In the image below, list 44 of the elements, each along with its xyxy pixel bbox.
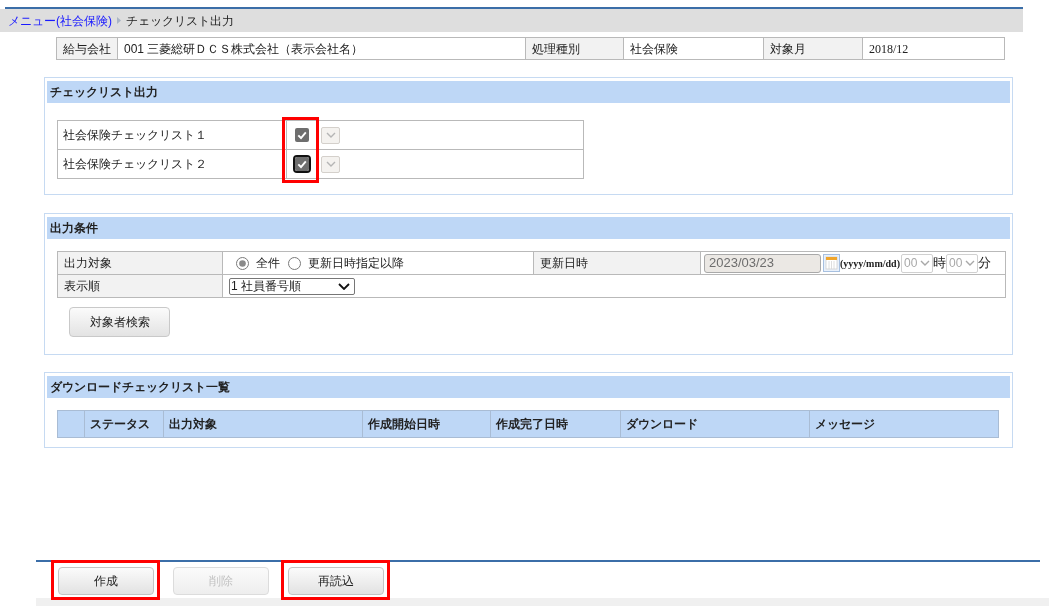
chevron-down-icon <box>325 132 336 138</box>
chevron-down-icon <box>920 260 930 266</box>
radio-label[interactable]: 全件 <box>256 254 280 272</box>
calendar-icon[interactable] <box>823 254 840 272</box>
dropdown[interactable] <box>321 155 340 173</box>
field-label: 表示順 <box>57 274 223 298</box>
section-header: チェックリスト出力 <box>47 81 1010 103</box>
radio-button[interactable] <box>288 256 301 270</box>
column-header: 出力対象 <box>163 410 363 438</box>
search-button[interactable]: 対象者検索 <box>69 307 170 337</box>
breadcrumb-link[interactable]: メニュー(社会保険) <box>8 11 112 30</box>
dropdown[interactable] <box>321 126 340 144</box>
caret-icon <box>117 17 121 24</box>
column-header: 作成開始日時 <box>362 410 491 438</box>
column-header: メッセージ <box>809 410 999 438</box>
field-label: 処理種別 <box>525 37 624 60</box>
column-header: ダウンロード <box>620 410 810 438</box>
unit-label: 分 <box>978 254 991 273</box>
radio-label[interactable]: 更新日時指定以降 <box>308 254 404 272</box>
field-label: 給与会社 <box>56 37 118 60</box>
action-button[interactable]: 再読込 <box>288 567 384 595</box>
column-header: ステータス <box>84 410 164 438</box>
sort-dropdown[interactable]: 1 社員番号順 <box>229 277 355 295</box>
checkbox-label: 社会保険チェックリスト２ <box>57 149 287 179</box>
chevron-down-icon <box>325 161 336 167</box>
chevron-down-icon <box>965 260 975 266</box>
field-value: 社会保険 <box>623 37 764 60</box>
breadcrumb-current: チェックリスト出力 <box>126 12 234 30</box>
checkbox[interactable] <box>292 155 311 173</box>
radio-button[interactable] <box>236 256 249 270</box>
checkbox[interactable] <box>294 128 309 142</box>
section-header: ダウンロードチェックリスト一覧 <box>47 376 1010 398</box>
chevron-down-icon <box>338 282 350 290</box>
column-header: 作成完了日時 <box>490 410 621 438</box>
field-label: 対象月 <box>763 37 863 60</box>
section-header: 出力条件 <box>47 217 1010 239</box>
field-value: 001 三菱総研ＤＣＳ株式会社（表示会社名） <box>117 37 526 60</box>
action-button[interactable]: 作成 <box>58 567 154 595</box>
field-label: 出力対象 <box>57 251 223 275</box>
field-value: 2018/12 <box>862 37 1005 60</box>
checkbox-label: 社会保険チェックリスト１ <box>57 120 287 150</box>
field-label: 更新日時 <box>533 251 701 275</box>
date-format-hint: (yyyy/mm/dd) <box>840 256 900 271</box>
unit-label: 時 <box>933 254 946 273</box>
